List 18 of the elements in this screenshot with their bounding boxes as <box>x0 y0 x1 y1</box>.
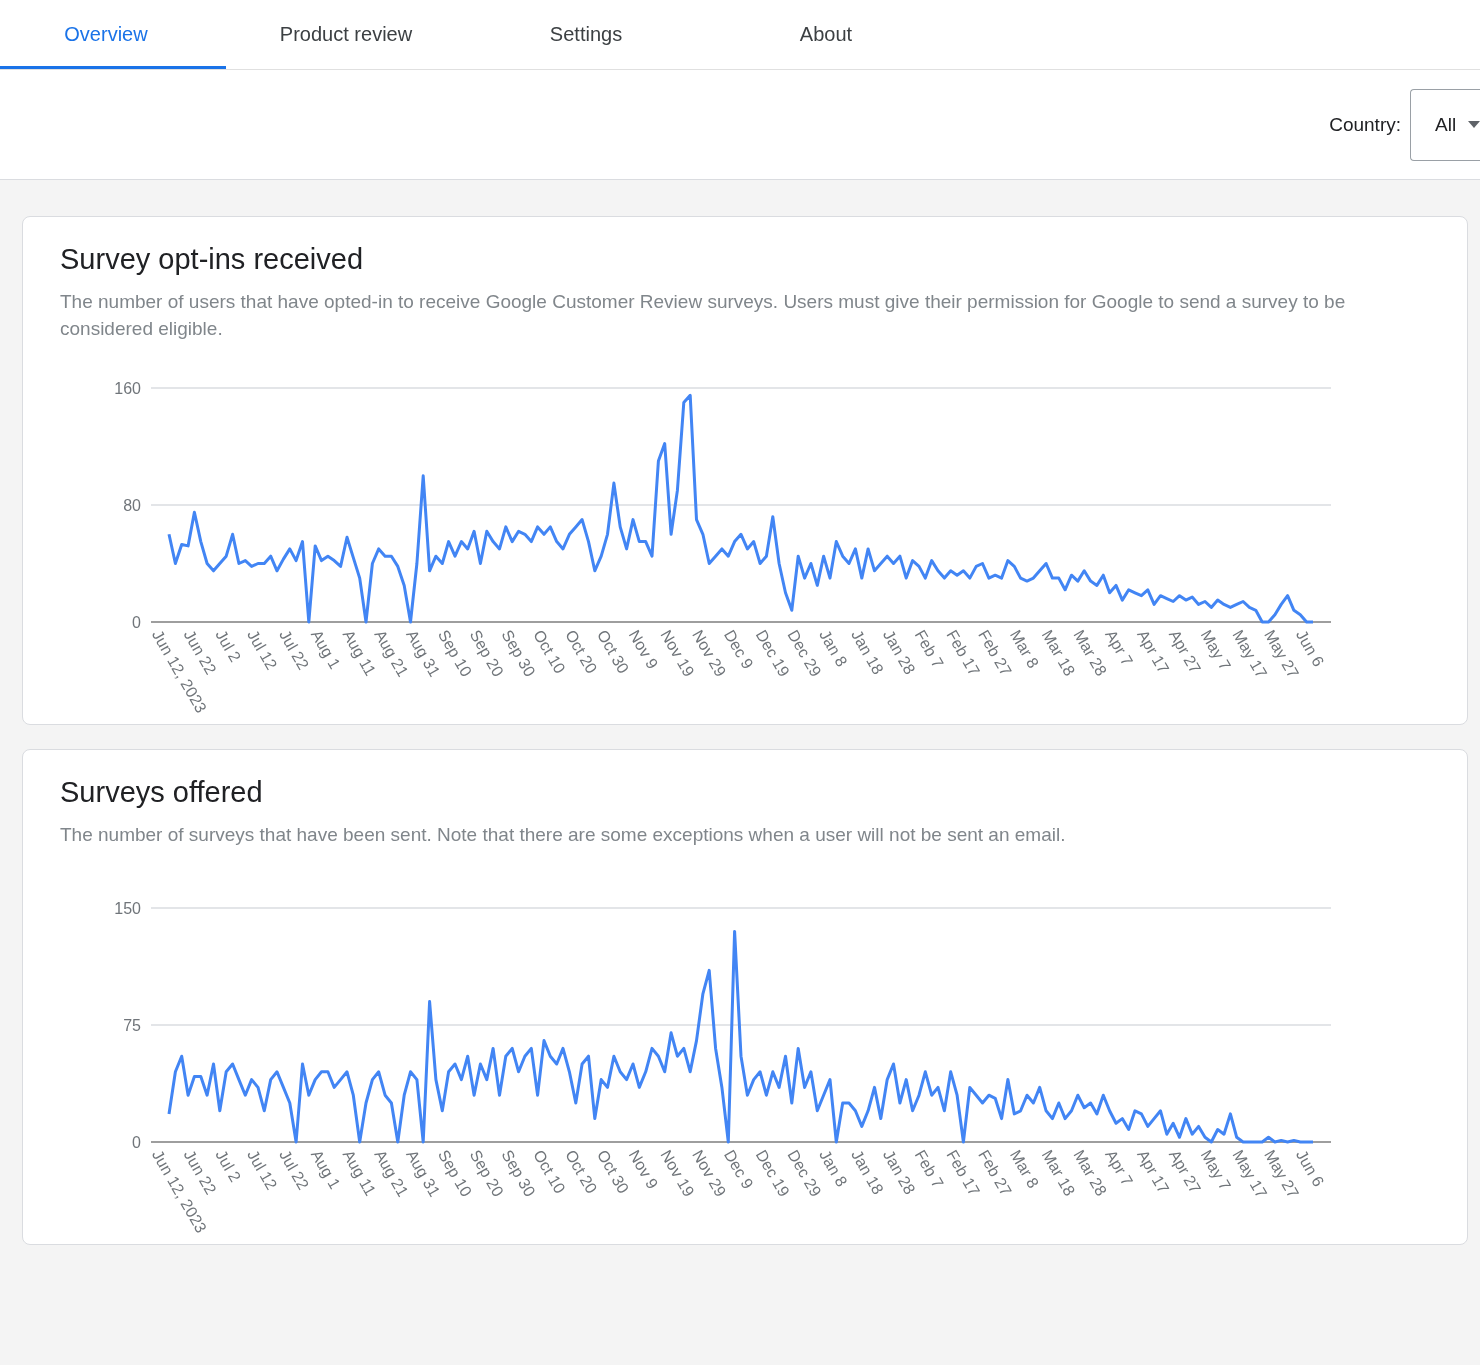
caret-icon <box>1468 121 1480 128</box>
tab[interactable]: Settings <box>466 0 706 69</box>
card-description: The number of users that have opted-in to receive Google Customer Review surveys. Users must give their permission for Google to send a survey to be considered eligible. <box>60 290 1347 341</box>
axis-label: 150 <box>114 900 141 917</box>
axis-label: Jul 2 <box>212 627 245 665</box>
axis-label: 0 <box>132 1134 141 1151</box>
tab[interactable]: Product review <box>226 0 466 69</box>
axis-label: 75 <box>123 1017 141 1034</box>
axis-label: 80 <box>123 497 141 514</box>
tab[interactable]: About <box>706 0 946 69</box>
axis-label: 0 <box>132 614 141 631</box>
axis-label: 160 <box>114 380 141 397</box>
card-title: Survey opt-ins received <box>60 243 365 276</box>
filter-label: Country: <box>1329 113 1401 136</box>
country-dropdown[interactable]: All <box>1410 88 1480 161</box>
card-description: The number of surveys that have been sent. Note that there are some exceptions when a user will not be sent an email. <box>60 823 1067 847</box>
axis-label: Jul 2 <box>212 1147 245 1185</box>
card-title: Surveys offered <box>60 776 264 809</box>
